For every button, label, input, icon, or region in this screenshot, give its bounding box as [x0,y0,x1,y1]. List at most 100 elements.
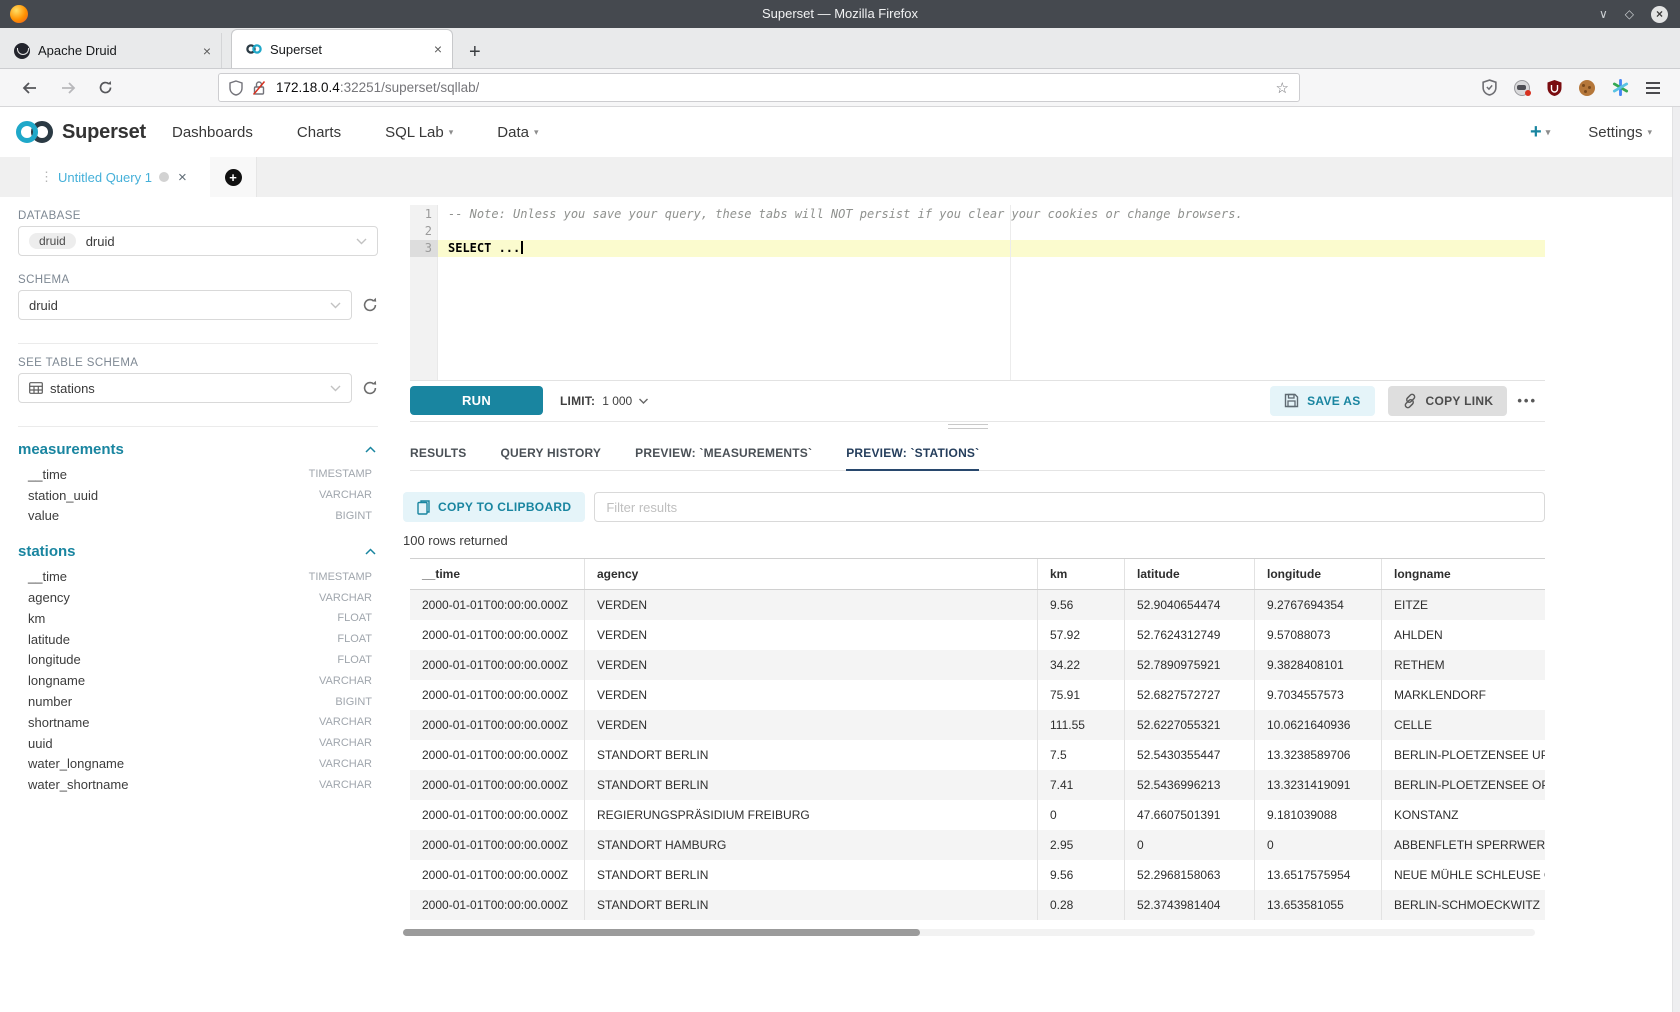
chevron-up-icon[interactable] [365,446,376,453]
table-row[interactable]: 2000-01-01T00:00:00.000Z STANDORT HAMBUR… [410,830,1545,860]
back-icon[interactable] [22,81,38,95]
window-close-button[interactable]: × [1651,6,1668,23]
column-header-latitude[interactable]: latitude [1125,559,1255,589]
cell-time: 2000-01-01T00:00:00.000Z [410,590,585,620]
nav-item-sql-lab[interactable]: SQL Lab▾ [385,124,453,141]
table-row[interactable]: 2000-01-01T00:00:00.000Z STANDORT BERLIN… [410,860,1545,890]
refresh-tables-icon[interactable] [362,380,378,396]
nav-item-charts[interactable]: Charts [297,124,341,141]
cell-latitude: 52.2968158063 [1125,860,1255,890]
tab-query-history[interactable]: QUERY HISTORY [501,437,602,470]
table-row[interactable]: 2000-01-01T00:00:00.000Z VERDEN 57.92 52… [410,620,1545,650]
horizontal-scrollbar-thumb[interactable] [403,929,920,936]
column-row: longname VARCHAR [18,670,378,691]
limit-dropdown[interactable]: LIMIT: 1 000 [560,394,648,408]
schema-select[interactable]: druid [18,290,352,320]
cell-km: 57.92 [1038,620,1125,650]
table-row[interactable]: 2000-01-01T00:00:00.000Z VERDEN 34.22 52… [410,650,1545,680]
shield-icon[interactable] [229,80,243,96]
column-type: VARCHAR [319,779,372,791]
superset-logo[interactable]: Superset [14,118,146,146]
tab-preview-stations[interactable]: PREVIEW: `STATIONS` [846,437,979,471]
cell-longname: MARKLENDORF [1382,680,1545,710]
new-query-tab-button[interactable]: + [210,157,257,197]
divider [18,426,378,427]
cell-agency: STANDORT BERLIN [585,860,1038,890]
extension-asterisk-icon[interactable] [1612,79,1629,96]
superset-favicon-icon [246,41,262,57]
divider [18,343,378,344]
table-section-measurements[interactable]: measurements [18,438,378,460]
filter-results-input[interactable] [594,492,1545,522]
tab-results[interactable]: RESULTS [410,437,467,470]
reload-icon[interactable] [98,80,113,95]
column-name: latitude [28,632,70,647]
table-row[interactable]: 2000-01-01T00:00:00.000Z REGIERUNGSPRÄSI… [410,800,1545,830]
nav-item-dashboards[interactable]: Dashboards [172,124,253,141]
cell-longitude: 13.3238589706 [1255,740,1382,770]
table-section-stations[interactable]: stations [18,540,378,562]
table-row[interactable]: 2000-01-01T00:00:00.000Z STANDORT BERLIN… [410,740,1545,770]
nav-item-data[interactable]: Data▾ [497,124,538,141]
browser-tab-apache-druid[interactable]: Apache Druid × [0,33,222,68]
copy-to-clipboard-button[interactable]: COPY TO CLIPBOARD [403,492,585,522]
copy-link-button[interactable]: COPY LINK [1388,386,1508,416]
cell-km: 111.55 [1038,710,1125,740]
new-browser-tab-button[interactable]: + [469,42,481,62]
insecure-lock-icon[interactable] [252,80,266,96]
tab-preview-measurements[interactable]: PREVIEW: `MEASUREMENTS` [635,437,812,470]
cell-longitude: 9.181039088 [1255,800,1382,830]
column-header-time[interactable]: __time [410,559,585,589]
query-tab-untitled-query-1[interactable]: ⋮ Untitled Query 1 × [30,157,210,197]
browser-toolbar: 172.18.0.4:32251/superset/sqllab/ ☆ [0,69,1680,107]
column-header-longitude[interactable]: longitude [1255,559,1382,589]
window-maximize-button[interactable]: ◇ [1625,7,1634,21]
window-minimize-button[interactable]: ∨ [1599,7,1608,21]
table-row[interactable]: 2000-01-01T00:00:00.000Z STANDORT BERLIN… [410,770,1545,800]
panel-resize-handle[interactable] [948,424,988,432]
close-icon[interactable]: × [178,169,187,186]
table-row[interactable]: 2000-01-01T00:00:00.000Z STANDORT BERLIN… [410,890,1545,920]
cell-agency: STANDORT BERLIN [585,890,1038,920]
extension-shield-icon[interactable] [1482,79,1497,96]
vertical-scrollbar[interactable] [1672,107,1680,1012]
browser-tab-superset[interactable]: Superset × [231,29,453,68]
more-actions-button[interactable]: ••• [1517,393,1537,408]
cell-agency: STANDORT HAMBURG [585,830,1038,860]
table-row[interactable]: 2000-01-01T00:00:00.000Z VERDEN 75.91 52… [410,680,1545,710]
add-new-button[interactable]: +▾ [1530,121,1550,144]
cookie-icon[interactable] [1579,80,1595,96]
run-button[interactable]: RUN [410,386,543,415]
column-header-agency[interactable]: agency [585,559,1038,589]
column-name: water_shortname [28,777,128,792]
save-as-button[interactable]: SAVE AS [1270,386,1374,416]
column-header-km[interactable]: km [1038,559,1125,589]
cell-agency: VERDEN [585,590,1038,620]
editor-comment-line: -- Note: Unless you save your query, the… [448,206,1243,223]
refresh-schema-icon[interactable] [362,297,378,313]
table-row[interactable]: 2000-01-01T00:00:00.000Z VERDEN 111.55 5… [410,710,1545,740]
settings-menu[interactable]: Settings▾ [1588,124,1652,141]
cell-latitude: 52.5436996213 [1125,770,1255,800]
bookmark-star-icon[interactable]: ☆ [1276,79,1289,97]
cell-time: 2000-01-01T00:00:00.000Z [410,740,585,770]
cell-agency: VERDEN [585,680,1038,710]
extension-mask-icon[interactable] [1514,80,1530,96]
table-select[interactable]: stations [18,373,352,403]
horizontal-scrollbar[interactable] [403,929,1535,936]
ublock-icon[interactable] [1547,80,1562,96]
database-select[interactable]: druid druid [18,226,378,256]
forward-icon[interactable] [60,81,76,95]
druid-favicon-icon [14,43,30,59]
tab-close-icon[interactable]: × [424,41,442,57]
sql-editor[interactable]: 1 2 3 -- Note: Unless you save your quer… [410,205,1545,381]
table-row[interactable]: 2000-01-01T00:00:00.000Z VERDEN 9.56 52.… [410,590,1545,620]
menu-icon[interactable] [1646,82,1660,94]
tab-close-icon[interactable]: × [193,43,211,59]
editor-code-area[interactable]: -- Note: Unless you save your query, the… [438,205,1545,380]
url-bar[interactable]: 172.18.0.4:32251/superset/sqllab/ ☆ [218,73,1300,102]
cell-latitude: 52.3743981404 [1125,890,1255,920]
column-header-longname[interactable]: longname [1382,559,1545,589]
drag-handle-icon[interactable]: ⋮ [40,169,51,185]
chevron-up-icon[interactable] [365,548,376,555]
